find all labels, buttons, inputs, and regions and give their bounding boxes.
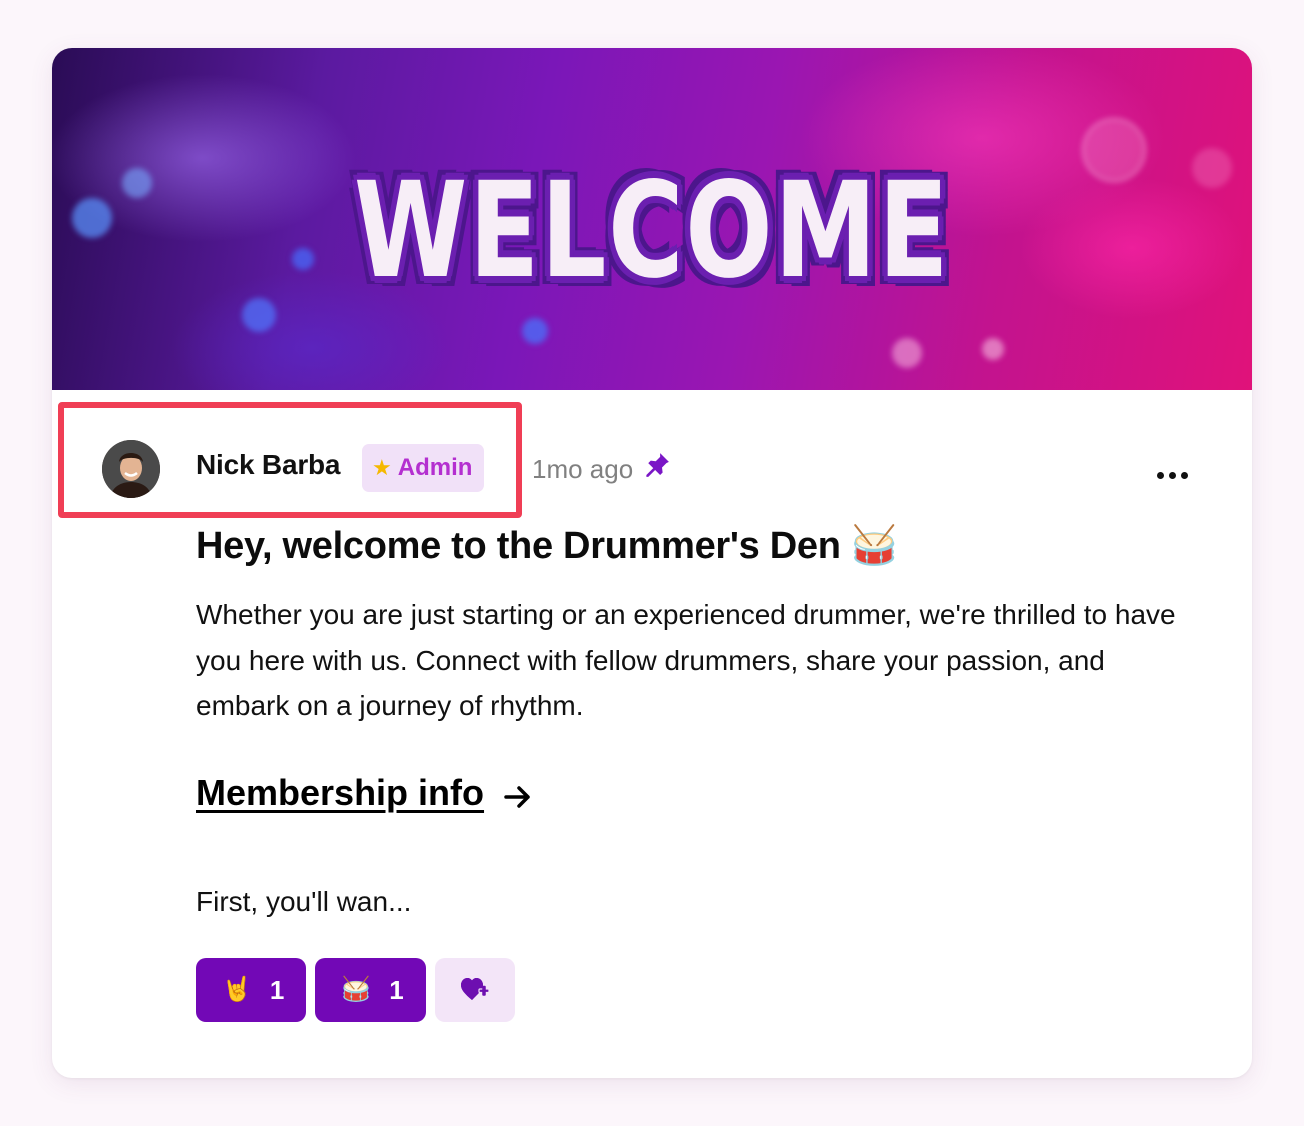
welcome-banner-text: WELCOME <box>353 154 951 308</box>
welcome-graphic: WELCOME <box>353 126 951 336</box>
more-horizontal-icon[interactable] <box>1152 468 1192 482</box>
heart-plus-icon <box>460 978 490 1000</box>
author-name[interactable]: Nick Barba <box>196 449 340 481</box>
post-timestamp: 1mo ago <box>532 454 634 484</box>
reaction-drum-button[interactable]: 🥁 1 <box>315 958 426 1022</box>
pin-icon <box>646 453 669 477</box>
post-header: Nick Barba ★ Admin 1mo ago <box>52 390 1252 540</box>
post-title[interactable]: Hey, welcome to the Drummer's Den 🥁 <box>196 524 898 568</box>
post-card[interactable]: WELCOME Nick Barba ★ Admin 1mo ago Hey, … <box>52 48 1252 1078</box>
star-icon: ★ <box>372 455 392 480</box>
reaction-rock-on-button[interactable]: 🤘 1 <box>196 958 307 1022</box>
welcome-banner-image: WELCOME <box>52 48 1252 390</box>
post-excerpt: First, you'll wan... <box>196 886 412 917</box>
rock-on-icon: 🤘 <box>222 976 252 1003</box>
post-body: Whether you are just starting or an expe… <box>196 599 1176 721</box>
reaction-count: 1 <box>269 974 285 1005</box>
add-reaction-button[interactable] <box>434 958 515 1022</box>
reactions-bar: 🤘 1 🥁 1 <box>196 958 515 1022</box>
drum-icon: 🥁 <box>341 976 372 1003</box>
admin-badge-label: Admin <box>397 454 473 481</box>
avatar-image <box>102 440 160 498</box>
membership-info-link[interactable]: Membership info <box>196 772 484 814</box>
arrow-right-icon <box>504 786 530 808</box>
reaction-count: 1 <box>389 974 404 1005</box>
avatar[interactable] <box>102 440 160 498</box>
admin-badge: ★ Admin <box>362 444 485 492</box>
